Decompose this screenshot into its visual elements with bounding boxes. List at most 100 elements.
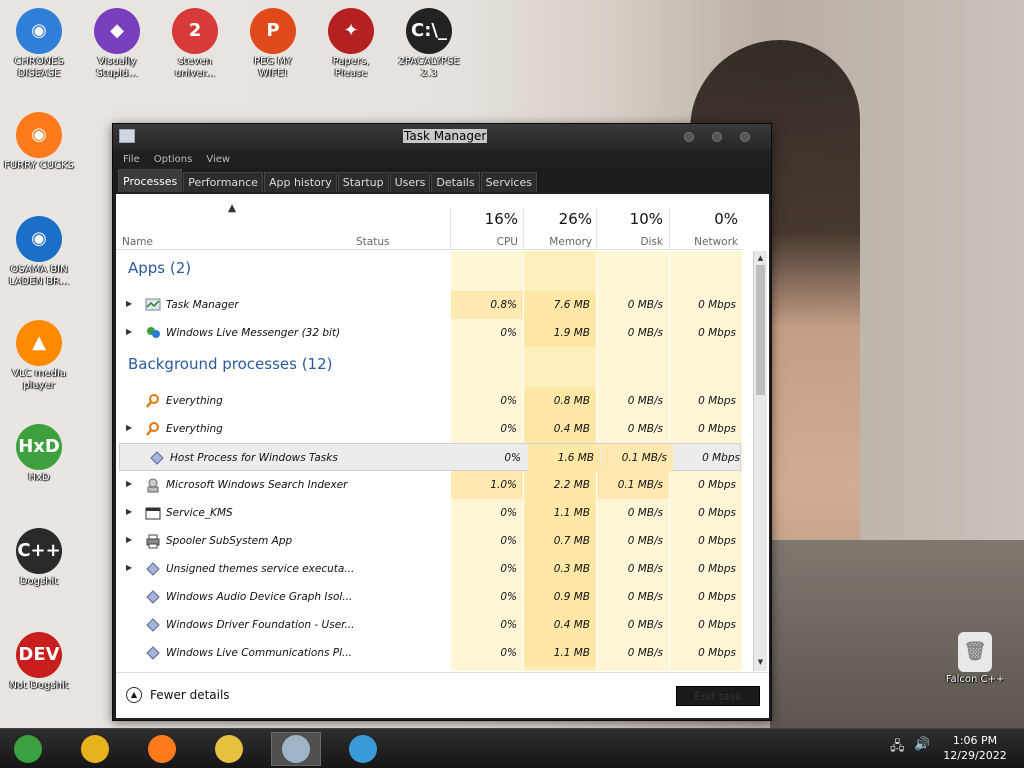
desktop-icon[interactable]: P PEG MY WIFE! (238, 8, 308, 80)
tab-startup[interactable]: Startup (337, 172, 389, 192)
process-row[interactable]: ▶ Microsoft Windows Search Indexer 1.0% 2.2… (116, 471, 742, 499)
column-disk[interactable]: Disk (601, 236, 663, 248)
process-row[interactable]: ▶ Task Manager 0.8% 7.6 MB 0 MB/s 0 Mbps (116, 291, 742, 319)
desktop-icon[interactable]: ◉ FURRY CUCKS (4, 112, 74, 172)
process-name: Windows Audio Device Graph Isol... (166, 591, 353, 603)
tab-processes[interactable]: Processes (118, 169, 183, 192)
fewer-details-button[interactable]: ▲ Fewer details (126, 687, 230, 703)
process-row[interactable]: Windows Audio Device Graph Isol... 0% 0.9 … (116, 583, 742, 611)
volume-icon[interactable]: 🔊 (914, 737, 930, 752)
firefox-taskbar-icon[interactable] (137, 732, 187, 766)
menu-options[interactable]: Options (154, 154, 193, 165)
desktop-icon[interactable]: ◉ OSAMA BIN LADEN BR... (4, 216, 74, 288)
process-cpu: 0.8% (490, 299, 517, 311)
process-mem: 0.8 MB (553, 395, 590, 407)
process-net: 0 Mbps (698, 619, 736, 631)
process-name: Windows Driver Foundation - User... (166, 619, 355, 631)
expand-chevron-icon[interactable]: ▶ (126, 299, 132, 308)
taskmgr-taskbar-icon[interactable] (271, 732, 321, 766)
column-headers: ▲ Name Status 16% CPU 26% Memory 10% Dis… (116, 194, 742, 250)
process-row[interactable]: Everything 0% 0.8 MB 0 MB/s 0 Mbps (116, 387, 742, 415)
app-icon: ▲ (16, 320, 62, 366)
process-cpu: 0% (500, 423, 517, 435)
title-bar[interactable]: Task Manager (113, 124, 771, 150)
desktop-icon[interactable]: HxD HxD (4, 424, 74, 484)
process-row[interactable]: Windows Live Communications Pl... 0% 1.1 M… (116, 639, 742, 667)
process-row[interactable]: Windows Driver Foundation - User... 0% 0.4… (116, 611, 742, 639)
tab-services[interactable]: Services (480, 172, 537, 192)
expand-chevron-icon[interactable]: ▶ (126, 479, 132, 488)
sort-arrow-icon[interactable]: ▲ (228, 202, 236, 214)
process-name: Task Manager (166, 299, 239, 311)
system-clock[interactable]: 1:06 PM 12/29/2022 (935, 733, 1015, 763)
start-glyph-icon (14, 735, 42, 763)
desktop-icon[interactable]: C++ Dogshit (4, 528, 74, 588)
process-cpu: 0% (500, 647, 517, 659)
expand-chevron-icon[interactable]: ▶ (126, 563, 132, 572)
clock-time: 1:06 PM (952, 734, 998, 747)
column-divider (450, 208, 451, 250)
column-status[interactable]: Status (356, 236, 389, 248)
process-row[interactable]: ▶ Windows Live Messenger (32 bit) 0% 1.9 MB… (116, 319, 742, 347)
end-task-button[interactable]: End task (676, 686, 760, 706)
service-icon (149, 450, 165, 466)
process-mem: 1.9 MB (553, 327, 590, 339)
tab-performance[interactable]: Performance (183, 172, 263, 192)
section-background: Background processes (12) (128, 355, 333, 373)
desktop-icon[interactable]: ◉ CHRONES DISEASE (4, 8, 74, 80)
scroll-up-icon[interactable]: ▲ (756, 253, 765, 263)
scroll-down-icon[interactable]: ▼ (756, 657, 765, 667)
scroll-thumb[interactable] (756, 265, 765, 395)
column-cpu[interactable]: CPU (456, 236, 518, 248)
process-mem: 1.6 MB (557, 452, 594, 464)
process-mem: 1.1 MB (553, 507, 590, 519)
column-network[interactable]: Network (674, 236, 738, 248)
desktop-icon[interactable]: 2 steven univer... (160, 8, 230, 80)
messenger-taskbar-icon[interactable] (338, 732, 388, 766)
explorer-taskbar-icon[interactable] (204, 732, 254, 766)
column-memory[interactable]: Memory (528, 236, 592, 248)
process-name: Spooler SubSystem App (166, 535, 293, 547)
expand-chevron-icon[interactable]: ▶ (126, 327, 132, 336)
process-row[interactable]: ▶ Spooler SubSystem App 0% 0.7 MB 0 MB/s 0 Mb… (116, 527, 742, 555)
desktop-icon[interactable]: ◆ Visually Stupid... (82, 8, 152, 80)
network-tray-icon[interactable]: 🖧 (890, 737, 905, 759)
close-button[interactable] (740, 132, 750, 142)
start-button[interactable] (3, 732, 53, 766)
desktop-icon-label: CHRONES DISEASE (14, 56, 64, 79)
process-row[interactable]: Host Process for Windows Tasks 0% 1.6 MB 0.… (119, 443, 741, 472)
column-name[interactable]: Name (122, 236, 153, 248)
menu-view[interactable]: View (206, 154, 230, 165)
desktop-icon[interactable]: ▲ VLC media player (4, 320, 74, 392)
task-manager-icon (119, 129, 135, 143)
process-row[interactable]: ▶ Service_KMS 0% 1.1 MB 0 MB/s 0 Mbps (116, 499, 742, 527)
app-icon: C:\_ (406, 8, 452, 54)
tab-app-history[interactable]: App history (263, 172, 337, 192)
maximize-button[interactable] (712, 132, 722, 142)
menu-file[interactable]: File (123, 154, 140, 165)
desktop-icon[interactable]: DEV Not Dogshit (4, 632, 74, 692)
tab-users[interactable]: Users (389, 172, 431, 192)
expand-chevron-icon[interactable]: ▶ (126, 423, 132, 432)
tab-details[interactable]: Details (431, 172, 480, 192)
minimize-button[interactable] (684, 132, 694, 142)
process-row[interactable]: ▶ Unsigned themes service executa... 0% 0.3… (116, 555, 742, 583)
process-row[interactable]: ▶ Everything 0% 0.4 MB 0 MB/s 0 Mbps (116, 415, 742, 443)
task-manager-window[interactable]: Task Manager File Options View Processes… (112, 123, 772, 721)
desktop-icon-label: Dogshit (19, 576, 59, 587)
vertical-scrollbar[interactable]: ▲ ▼ (753, 251, 767, 671)
desktop-icon[interactable]: C:\_ 2PACALYPSE 2.3 (394, 8, 464, 80)
process-mem: 2.2 MB (553, 479, 590, 491)
taskmgr-icon (145, 297, 161, 313)
expand-chevron-icon[interactable]: ▶ (126, 535, 132, 544)
expand-chevron-icon[interactable]: ▶ (126, 507, 132, 516)
desktop-icon[interactable]: ✦ Papers, Please (316, 8, 386, 80)
desktop-icon-label: HxD (28, 472, 50, 483)
process-name: Everything (166, 423, 223, 435)
app-icon: ◆ (94, 8, 140, 54)
app-icon: ◉ (16, 112, 62, 158)
desktop-icon-recycle-bin[interactable]: 🗑 Falcon C++ (940, 632, 1010, 686)
desktop-icon-label: Visually Stupid... (96, 56, 138, 79)
chrome-taskbar-icon[interactable] (70, 732, 120, 766)
fewer-details-label: Fewer details (150, 688, 230, 702)
